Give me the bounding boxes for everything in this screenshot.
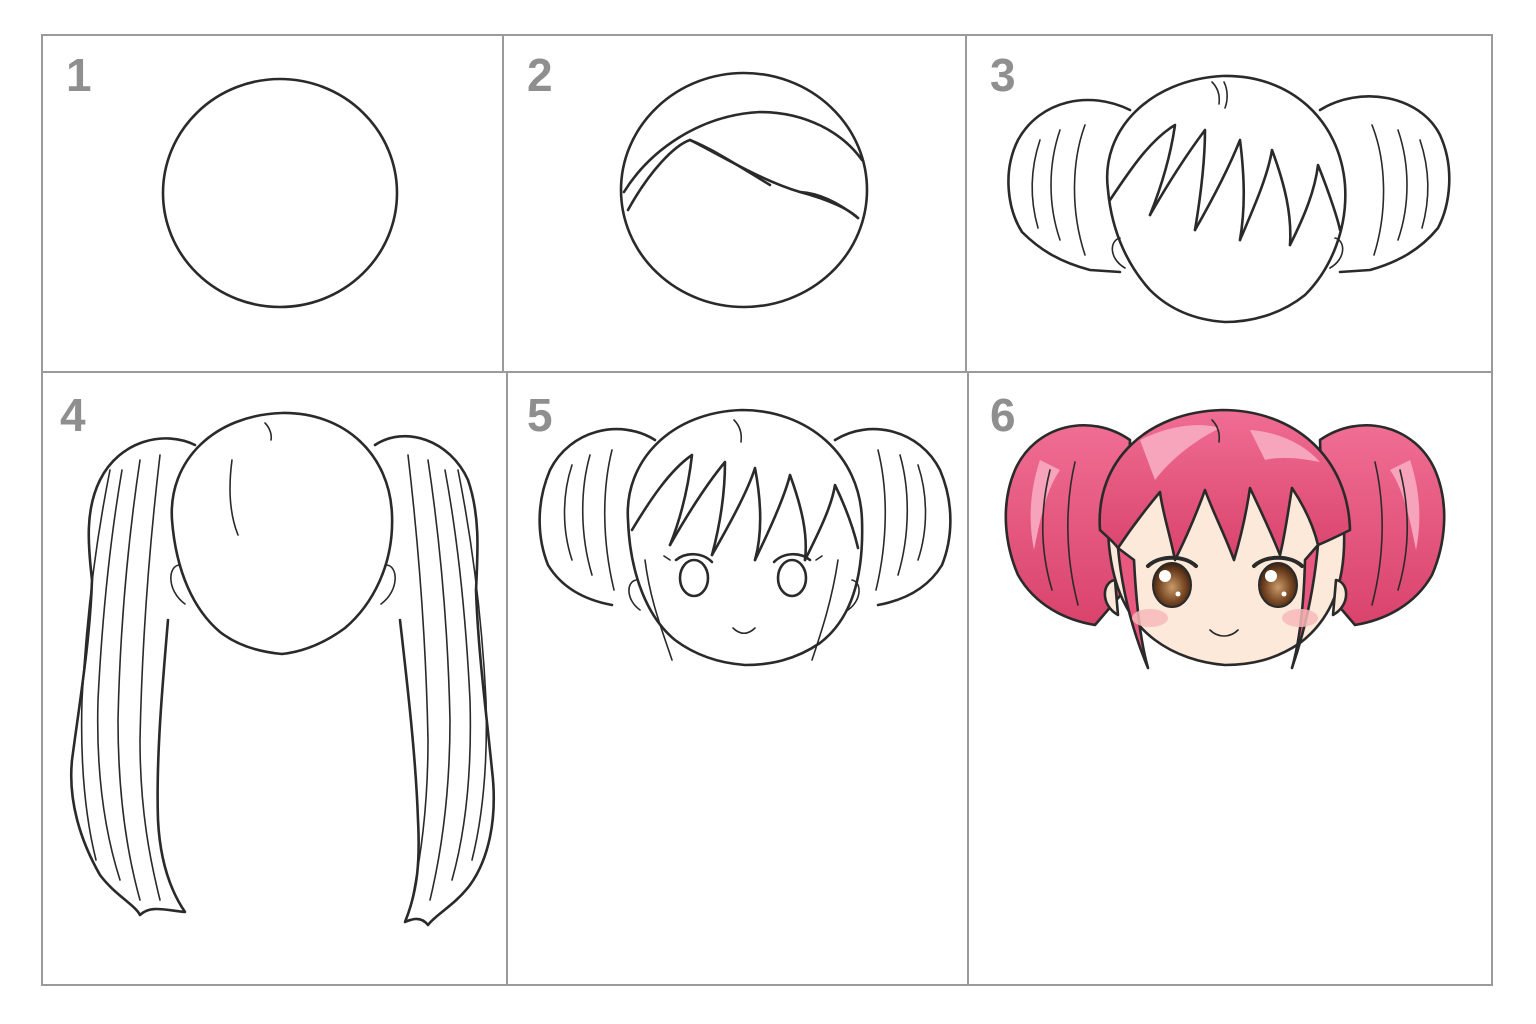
panel-artwork (69, 71, 1451, 927)
drawing-tutorial-sheet: 1 2 3 4 5 6 (0, 0, 1536, 1024)
step-6-colored-face (1004, 408, 1446, 670)
step-3-pigtail-head (1007, 74, 1451, 324)
step-5-lineart-face (538, 408, 952, 667)
step-2-hair-guideline (619, 71, 869, 309)
step-1-circle-sketch (161, 77, 399, 309)
step-4-long-pigtails-head (69, 411, 496, 927)
